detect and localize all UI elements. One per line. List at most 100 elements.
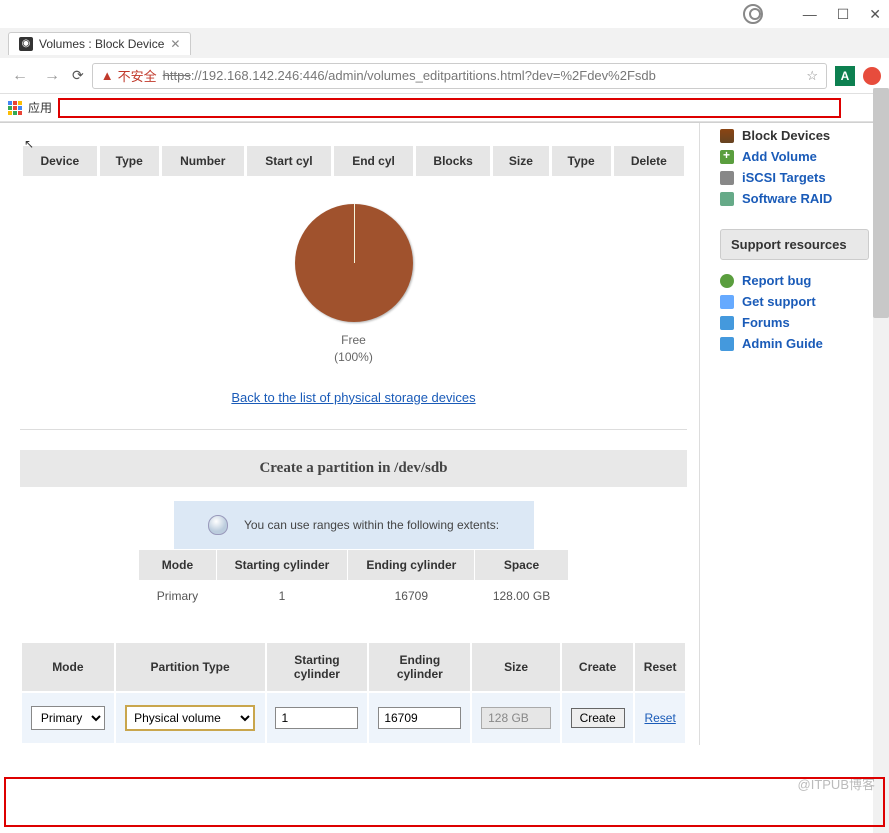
ev-start: 1 <box>216 580 348 611</box>
favicon-icon: ◉ <box>19 37 33 51</box>
maximize-button[interactable]: ☐ <box>837 6 850 23</box>
ic-guide-icon <box>720 337 734 351</box>
th-startcyl: Start cyl <box>247 146 332 176</box>
sidebar-item[interactable]: Report bug <box>720 270 869 291</box>
extension-a-icon[interactable]: A <box>835 66 855 86</box>
apps-label[interactable]: 应用 <box>28 99 52 116</box>
close-window-button[interactable]: ✕ <box>869 6 881 23</box>
fh-size: Size <box>471 642 561 693</box>
reset-link[interactable]: Reset <box>644 711 675 725</box>
insecure-warn-icon: ▲ <box>101 68 114 83</box>
eh-mode: Mode <box>139 549 216 580</box>
ic-iscsi-icon <box>720 171 734 185</box>
fh-ptype: Partition Type <box>115 642 266 693</box>
bookmark-bar: 应用 <box>0 94 889 122</box>
partition-table: Device Type Number Start cyl End cyl Blo… <box>20 143 687 179</box>
ev-mode: Primary <box>139 580 216 611</box>
ic-raid-icon <box>720 192 734 206</box>
back-button[interactable]: ← <box>8 67 32 85</box>
sidebar-item[interactable]: Software RAID <box>720 188 869 209</box>
browser-tab[interactable]: ◉ Volumes : Block Device ✕ <box>8 32 191 55</box>
bookmark-star-icon[interactable]: ☆ <box>806 68 818 84</box>
back-link[interactable]: Back to the list of physical storage dev… <box>231 390 475 405</box>
form-row: Primary Physical volume 128 GB Create↖ R… <box>21 692 686 744</box>
sidebar-item[interactable]: Forums <box>720 312 869 333</box>
sidebar-nav: Block Devices Add Volume iSCSI Targets Soft… <box>720 125 869 209</box>
sidebar-item[interactable]: Get support <box>720 291 869 312</box>
sidebar-support: Report bug Get support Forums Admin Guide <box>720 270 869 354</box>
url-text: ://192.168.142.246:446/admin/volumes_edi… <box>191 68 656 83</box>
fh-mode: Mode <box>21 642 115 693</box>
extension-abp-icon[interactable] <box>863 67 881 85</box>
start-cyl-input[interactable] <box>275 707 358 729</box>
sidebar-link[interactable]: Admin Guide <box>742 336 823 351</box>
apps-icon[interactable] <box>8 101 22 115</box>
fh-start: Startingcylinder <box>266 642 369 693</box>
sidebar-link[interactable]: Report bug <box>742 273 811 288</box>
th-type2: Type <box>552 146 611 176</box>
ic-support-icon <box>720 295 734 309</box>
pie-label-pct: (100%) <box>334 350 373 364</box>
forward-button: → <box>40 67 64 85</box>
window-controls: — ☐ ✕ <box>0 0 889 28</box>
sidebar-link[interactable]: iSCSI Targets <box>742 170 826 185</box>
pie-label: Free (100%) <box>20 332 687 366</box>
extent-row: Primary 1 16709 128.00 GB <box>139 580 568 611</box>
pie-chart <box>295 204 413 322</box>
ic-forum-icon <box>720 316 734 330</box>
form-header-row: Mode Partition Type Startingcylinder End… <box>21 642 686 693</box>
partition-type-select[interactable]: Physical volume <box>125 705 255 731</box>
eh-space: Space <box>475 549 568 580</box>
mode-select[interactable]: Primary <box>31 706 105 730</box>
close-tab-icon[interactable]: ✕ <box>170 37 180 51</box>
pie-label-name: Free <box>341 333 366 347</box>
fh-end: Endingcylinder <box>368 642 471 693</box>
user-icon[interactable] <box>743 4 763 24</box>
th-type: Type <box>100 146 159 176</box>
page-content: Device Type Number Start cyl End cyl Blo… <box>0 123 889 745</box>
sidebar-link[interactable]: Get support <box>742 294 816 309</box>
pie-chart-wrap: Free (100%) <box>20 204 687 366</box>
sidebar-link[interactable]: Forums <box>742 315 790 330</box>
highlight-box-bottom <box>4 777 885 827</box>
th-number: Number <box>162 146 244 176</box>
minimize-button[interactable]: — <box>803 6 817 22</box>
sidebar-item[interactable]: Add Volume <box>720 146 869 167</box>
address-row: ← → ⟳ ▲ 不安全 https://192.168.142.246:446/… <box>0 58 889 94</box>
address-bar[interactable]: ▲ 不安全 https://192.168.142.246:446/admin/… <box>92 63 827 89</box>
sidebar-link[interactable]: Add Volume <box>742 149 817 164</box>
mouse-cursor-icon: ↖ <box>24 137 34 151</box>
fh-reset: Reset <box>634 642 686 693</box>
sidebar-link[interactable]: Software RAID <box>742 191 832 206</box>
sidebar-link[interactable]: Block Devices <box>742 128 830 143</box>
browser-chrome: — ☐ ✕ ◉ Volumes : Block Device ✕ ← → ⟳ ▲… <box>0 0 889 123</box>
main-column: Device Type Number Start cyl End cyl Blo… <box>20 123 700 745</box>
eh-start: Starting cylinder <box>216 549 348 580</box>
sidebar-item[interactable]: Admin Guide <box>720 333 869 354</box>
eh-end: Ending cylinder <box>348 549 475 580</box>
reload-button[interactable]: ⟳ <box>72 67 84 84</box>
extent-table: Mode Starting cylinder Ending cylinder S… <box>138 549 568 611</box>
separator <box>20 429 687 430</box>
fh-create: Create <box>561 642 634 693</box>
tab-bar: ◉ Volumes : Block Device ✕ <box>0 28 889 58</box>
create-button[interactable]: Create <box>571 708 625 728</box>
insecure-label: 不安全 <box>118 66 157 85</box>
size-readonly: 128 GB <box>481 707 551 729</box>
back-link-wrap: Back to the list of physical storage dev… <box>20 390 687 405</box>
sidebar-item[interactable]: Block Devices <box>720 125 869 146</box>
end-cyl-input[interactable] <box>378 707 461 729</box>
ic-bug-icon <box>720 274 734 288</box>
info-box: You can use ranges within the following … <box>174 501 534 549</box>
create-form-table: Mode Partition Type Startingcylinder End… <box>20 641 687 746</box>
tab-title: Volumes : Block Device <box>39 37 164 51</box>
sidebar-item[interactable]: iSCSI Targets <box>720 167 869 188</box>
section-header: Create a partition in /dev/sdb <box>20 450 687 487</box>
info-text: You can use ranges within the following … <box>244 518 499 532</box>
ic-block-icon <box>720 129 734 143</box>
ev-end: 16709 <box>348 580 475 611</box>
extent-header-row: Mode Starting cylinder Ending cylinder S… <box>139 549 568 580</box>
th-endcyl: End cyl <box>334 146 413 176</box>
lightbulb-icon <box>208 515 228 535</box>
highlight-box-top <box>58 98 841 118</box>
